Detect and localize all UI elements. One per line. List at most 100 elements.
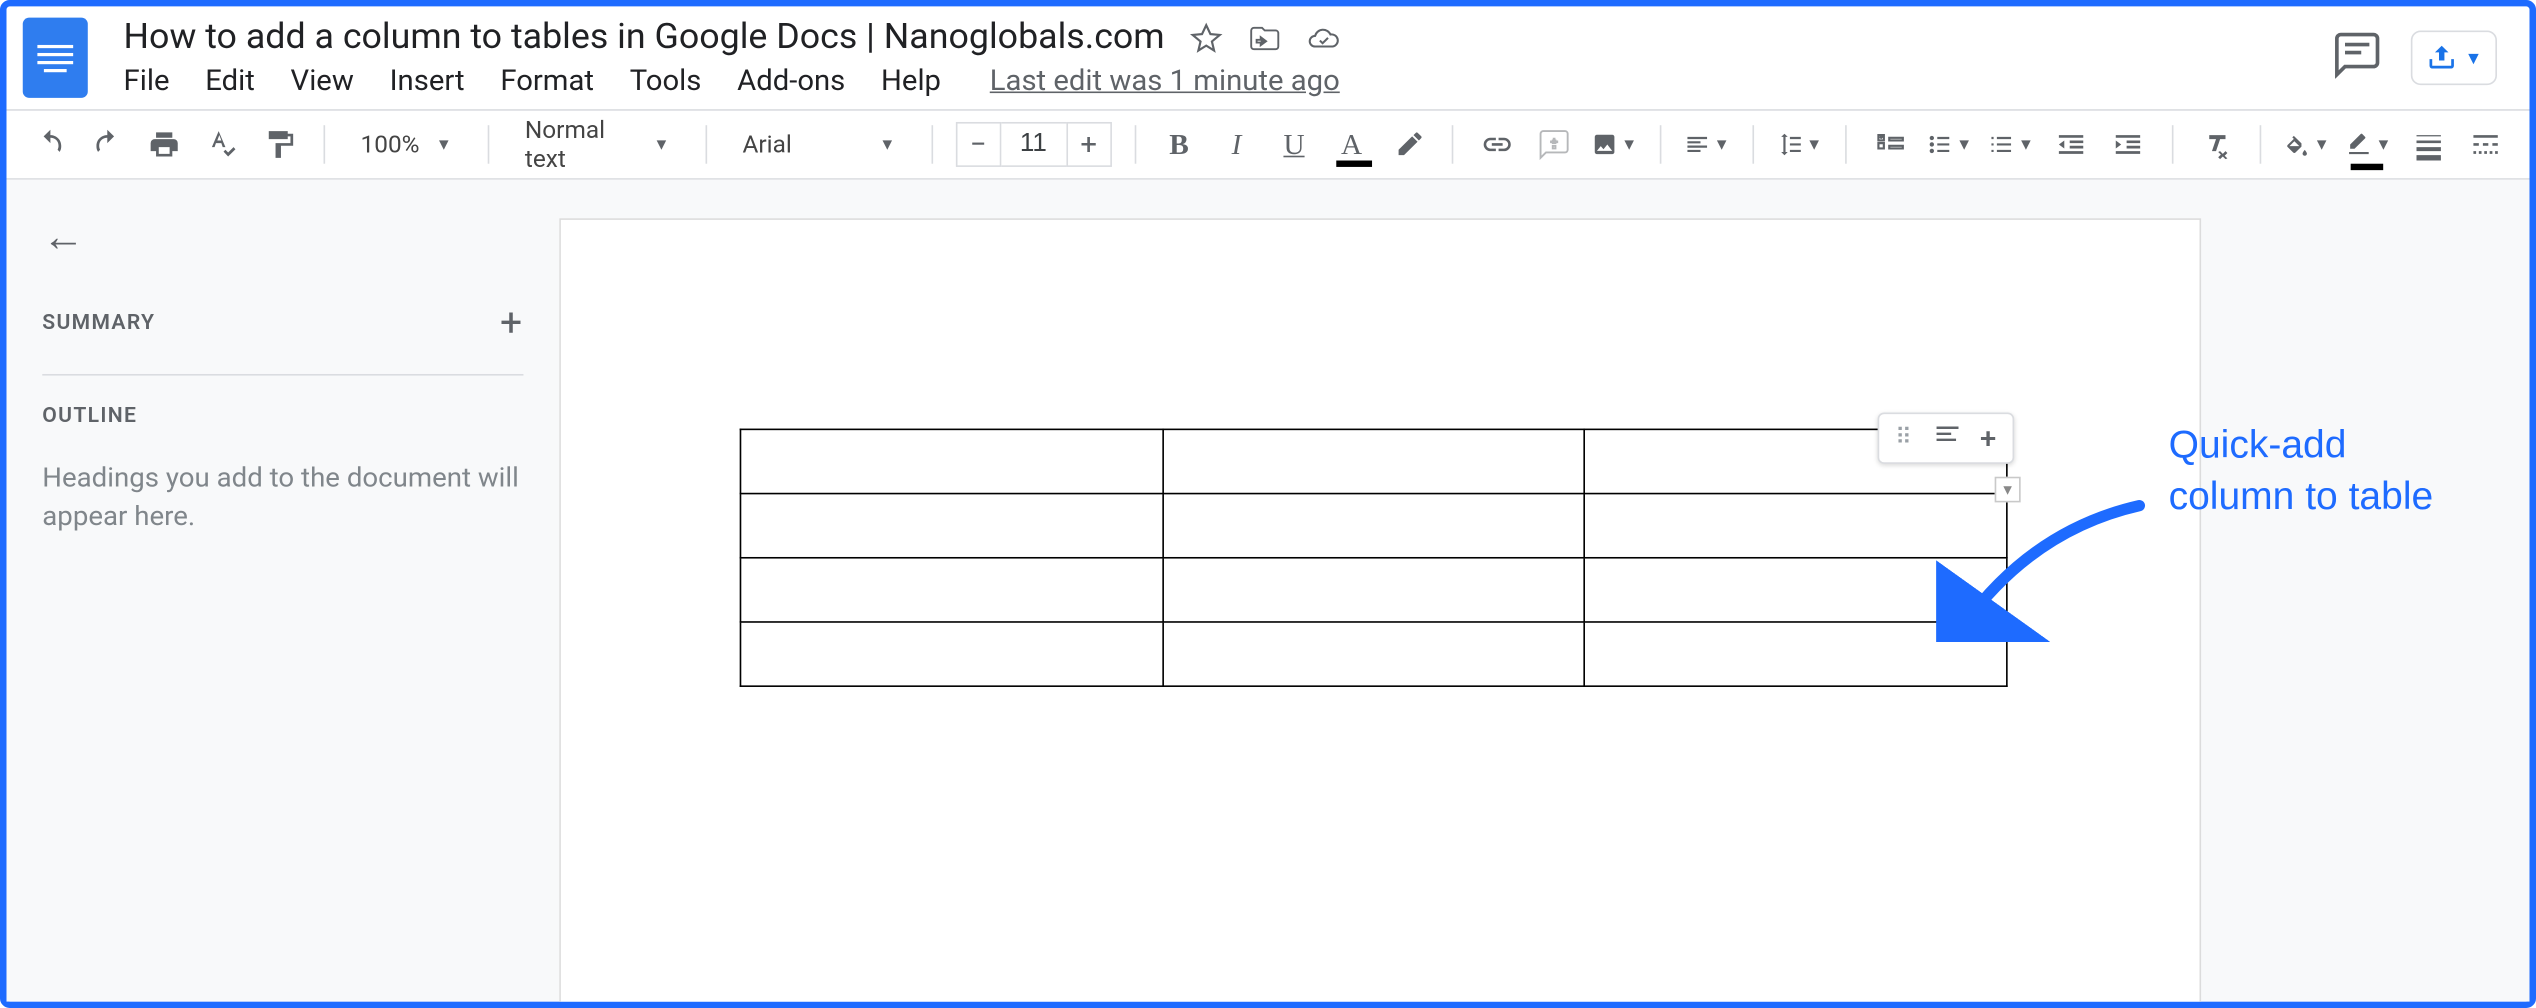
caret-down-icon: ▼	[1621, 136, 1637, 154]
print-button[interactable]	[144, 122, 185, 167]
zoom-value: 100%	[361, 130, 420, 159]
font-size-decrease-button[interactable]: −	[955, 122, 1001, 167]
annotation-label: Quick-add column to table	[2169, 421, 2462, 525]
indent-decrease-button[interactable]	[2050, 122, 2091, 167]
table-cell[interactable]	[740, 429, 1162, 493]
add-column-button[interactable]: +	[1980, 421, 1996, 455]
summary-label: SUMMARY	[42, 311, 155, 335]
menu-format[interactable]: Format	[500, 64, 594, 98]
toolbar-separator	[488, 125, 489, 164]
column-options-icon[interactable]	[1931, 421, 1964, 456]
table-cell[interactable]	[1163, 622, 1585, 686]
table-wrapper: ⠿ + ▼	[740, 429, 2008, 687]
font-value: Arial	[743, 130, 792, 159]
table-cell[interactable]	[740, 494, 1162, 558]
document-canvas[interactable]: ⠿ + ▼	[559, 180, 2529, 1002]
menu-edit[interactable]: Edit	[205, 64, 255, 98]
comments-icon[interactable]	[2333, 30, 2382, 85]
toolbar-separator	[1752, 125, 1753, 164]
docs-logo-icon[interactable]	[23, 18, 88, 98]
header-right: ▼	[2333, 30, 2513, 85]
toolbar-separator	[323, 125, 324, 164]
paragraph-style-dropdown[interactable]: Normal text ▼	[512, 116, 683, 174]
bulleted-list-button[interactable]: ▼	[1927, 122, 1973, 167]
table-cell[interactable]	[1163, 429, 1585, 493]
indent-increase-button[interactable]	[2108, 122, 2149, 167]
table-row[interactable]	[740, 558, 2006, 622]
toolbar-separator	[2260, 125, 2261, 164]
toolbar-separator	[1660, 125, 1661, 164]
toolbar-separator	[2172, 125, 2173, 164]
drag-grip-icon[interactable]: ⠿	[1895, 425, 1915, 451]
caret-down-icon: ▼	[2375, 136, 2391, 154]
share-button[interactable]: ▼	[2411, 30, 2497, 85]
highlight-button[interactable]	[1388, 122, 1429, 167]
table-row[interactable]	[740, 494, 2006, 558]
move-icon[interactable]	[1249, 22, 1282, 54]
insert-link-button[interactable]	[1477, 122, 1518, 167]
caret-down-icon: ▼	[1714, 136, 1730, 154]
border-color-button[interactable]: ▼	[2346, 122, 2392, 167]
annotation-arrow	[1936, 498, 2147, 642]
border-style-button[interactable]	[2465, 122, 2506, 167]
outline-pane: ← SUMMARY + OUTLINE Headings you add to …	[7, 180, 560, 1002]
star-icon[interactable]	[1191, 22, 1224, 54]
table-row[interactable]	[740, 429, 2006, 493]
fill-color-button[interactable]: ▼	[2284, 122, 2330, 167]
title-icon-group	[1191, 22, 1341, 54]
align-button[interactable]: ▼	[1684, 122, 1730, 167]
menu-file[interactable]: File	[124, 64, 170, 98]
line-spacing-button[interactable]: ▼	[1777, 122, 1823, 167]
table-cell[interactable]	[740, 558, 1162, 622]
redo-button[interactable]	[87, 122, 128, 167]
undo-button[interactable]	[29, 122, 70, 167]
title-row: How to add a column to tables in Google …	[124, 18, 2314, 58]
table-cell[interactable]	[1163, 558, 1585, 622]
menu-bar: File Edit View Insert Format Tools Add-o…	[124, 64, 2314, 98]
underline-button[interactable]: U	[1273, 122, 1314, 167]
menu-view[interactable]: View	[291, 64, 354, 98]
title-column: How to add a column to tables in Google …	[124, 18, 2314, 98]
font-dropdown[interactable]: Arial ▼	[730, 130, 909, 159]
document-title[interactable]: How to add a column to tables in Google …	[124, 18, 1165, 58]
last-edit-link[interactable]: Last edit was 1 minute ago	[990, 64, 1340, 98]
font-size-input[interactable]	[1001, 122, 1066, 167]
table-row[interactable]	[740, 622, 2006, 686]
document-table[interactable]	[740, 429, 2008, 687]
bold-button[interactable]: B	[1158, 122, 1199, 167]
toolbar-separator	[1845, 125, 1846, 164]
menu-help[interactable]: Help	[881, 64, 941, 98]
checklist-button[interactable]	[1869, 122, 1910, 167]
app-frame: How to add a column to tables in Google …	[0, 0, 2536, 1008]
paint-format-button[interactable]	[259, 122, 300, 167]
font-size-group: − +	[955, 122, 1111, 167]
clear-formatting-button[interactable]	[2196, 122, 2237, 167]
cloud-saved-icon[interactable]	[1308, 22, 1341, 54]
outline-collapse-button[interactable]: ←	[42, 212, 523, 262]
caret-down-icon: ▼	[653, 136, 669, 154]
menu-tools[interactable]: Tools	[630, 64, 702, 98]
spellcheck-button[interactable]	[202, 122, 243, 167]
add-summary-button[interactable]: +	[500, 300, 523, 345]
zoom-dropdown[interactable]: 100% ▼	[348, 130, 465, 159]
caret-down-icon: ▼	[2314, 136, 2330, 154]
menu-insert[interactable]: Insert	[390, 64, 465, 98]
caret-down-icon: ▼	[436, 136, 452, 154]
insert-image-button[interactable]: ▼	[1592, 122, 1638, 167]
caret-down-icon: ▼	[2000, 481, 2015, 499]
border-width-button[interactable]	[2408, 122, 2449, 167]
outline-label: OUTLINE	[42, 404, 523, 428]
table-column-handle[interactable]: ⠿ +	[1877, 413, 2014, 464]
menu-addons[interactable]: Add-ons	[737, 64, 845, 98]
numbered-list-button[interactable]: ▼	[1988, 122, 2034, 167]
outline-empty-text: Headings you add to the document will ap…	[42, 461, 523, 537]
italic-button[interactable]: I	[1216, 122, 1257, 167]
outline-divider	[42, 374, 523, 376]
table-cell[interactable]	[1163, 494, 1585, 558]
font-size-increase-button[interactable]: +	[1066, 122, 1112, 167]
toolbar-separator	[705, 125, 706, 164]
text-color-button[interactable]: A	[1331, 122, 1372, 167]
title-bar: How to add a column to tables in Google …	[7, 6, 2530, 109]
add-comment-button[interactable]	[1534, 122, 1575, 167]
table-cell[interactable]	[740, 622, 1162, 686]
